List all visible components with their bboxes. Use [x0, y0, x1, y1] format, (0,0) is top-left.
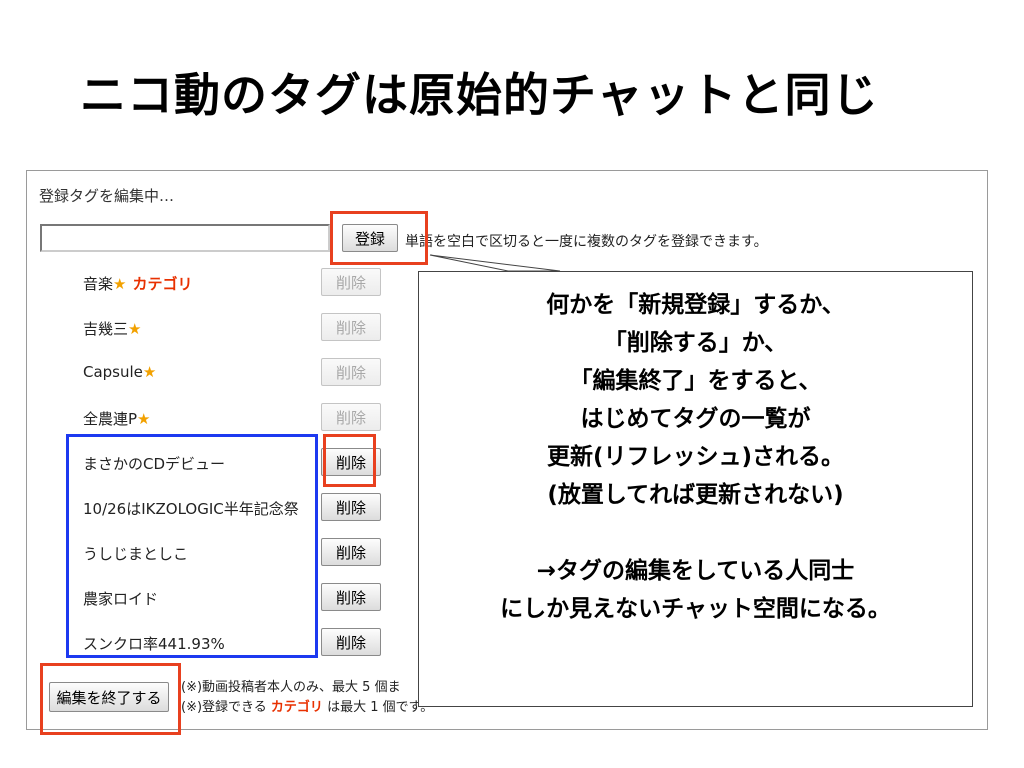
callout-line: (放置してれば更新されない): [547, 482, 844, 508]
callout-line: [419, 514, 972, 552]
callout-box: 何かを「新規登録」するか、 「削除する」か、 「編集終了」をすると、 はじめてタ…: [418, 271, 973, 707]
callout-line: 何かを「新規登録」するか、: [546, 292, 845, 318]
callout-line: 更新(リフレッシュ)される。: [546, 444, 845, 470]
callout-line: にしか見えないチャット空間になる。: [500, 596, 891, 622]
callout-line: →タグの編集をしている人同士: [536, 558, 855, 584]
callout-line: 「編集終了」をすると、: [569, 368, 822, 394]
callout-line: はじめてタグの一覧が: [580, 406, 811, 432]
callout-line: 「削除する」か、: [603, 330, 788, 356]
